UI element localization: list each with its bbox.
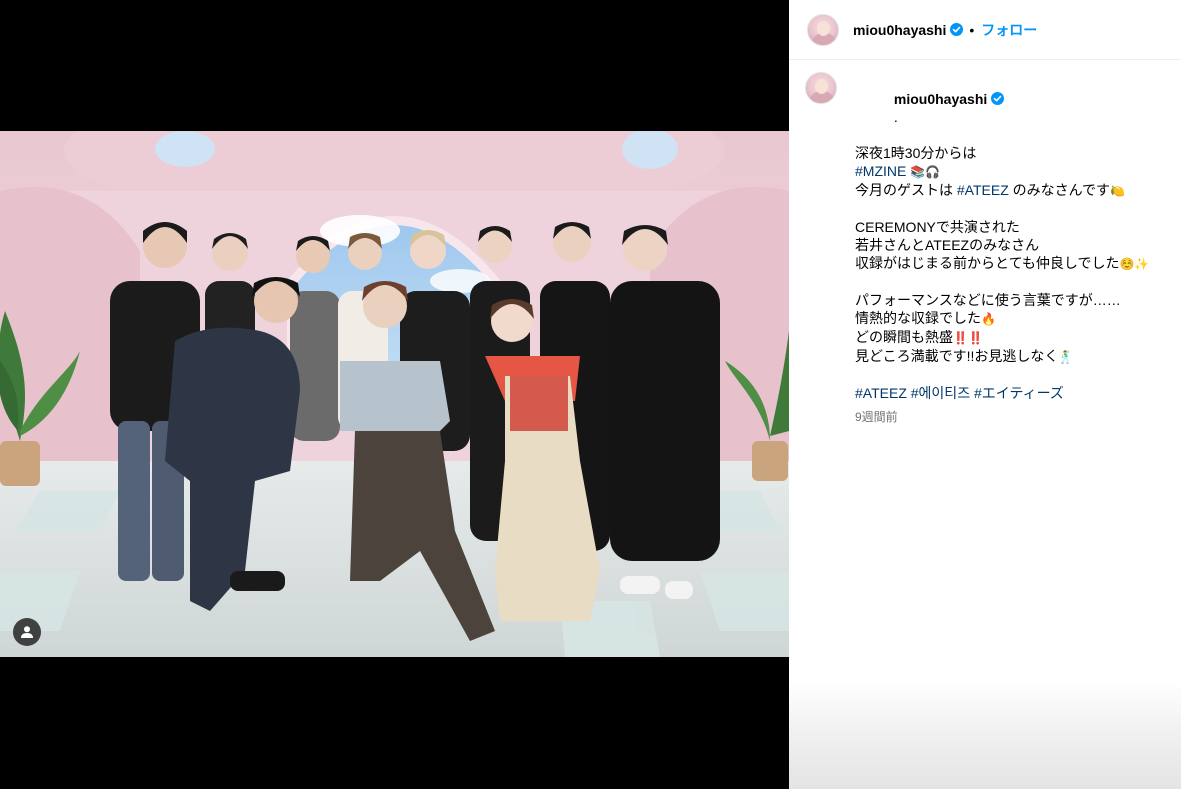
separator-dot: • bbox=[969, 21, 975, 38]
hashtag-link[interactable]: #ATEEZ bbox=[855, 385, 907, 401]
caption-text: どの瞬間も熱盛 bbox=[855, 329, 953, 345]
post-photo[interactable] bbox=[0, 131, 789, 657]
verified-badge-icon bbox=[950, 23, 964, 36]
caption-body: miou0hayashi . 深夜1時30分からは #MZINE 📚🎧 今月のゲ… bbox=[855, 72, 1149, 426]
bottom-fade bbox=[789, 683, 1181, 789]
caption-line: CEREMONYで共演された bbox=[855, 219, 1020, 235]
verified-badge-icon bbox=[991, 92, 1005, 105]
emoji-double-exclamation: ‼️‼️ bbox=[953, 331, 983, 345]
caption-text: 情熱的な収録でした bbox=[855, 310, 981, 326]
caption-username[interactable]: miou0hayashi bbox=[894, 91, 987, 107]
emoji-lemon: 🍋 bbox=[1109, 184, 1125, 198]
post-side-panel: miou0hayashi • フォロー miou0hayashi . 深夜1時3… bbox=[789, 0, 1181, 789]
follow-button[interactable]: フォロー bbox=[981, 20, 1037, 40]
caption-text: 収録がはじまる前からとても仲良しでした bbox=[855, 255, 1120, 271]
hashtag-link[interactable]: #에이티즈 bbox=[911, 385, 970, 401]
caption-line: パフォーマンスなどに使う言葉ですが…… bbox=[855, 292, 1121, 308]
hashtag-link[interactable]: #エイティーズ bbox=[974, 385, 1064, 401]
post-header: miou0hayashi • フォロー bbox=[789, 0, 1181, 60]
caption-text: のみなさんです bbox=[1008, 182, 1110, 198]
header-username[interactable]: miou0hayashi bbox=[853, 22, 946, 38]
hashtag-link[interactable]: #MZINE bbox=[855, 163, 906, 179]
caption: miou0hayashi . 深夜1時30分からは #MZINE 📚🎧 今月のゲ… bbox=[805, 72, 1165, 426]
hashtag-link[interactable]: #ATEEZ bbox=[957, 182, 1009, 198]
user-tag-icon bbox=[21, 626, 33, 638]
instagram-post-view: miou0hayashi • フォロー miou0hayashi . 深夜1時3… bbox=[0, 0, 1181, 789]
emoji-books-headphones: 📚🎧 bbox=[910, 165, 941, 179]
caption-text: 見どころ満載です!!お見逃しなく bbox=[855, 348, 1059, 364]
media-pane bbox=[0, 0, 789, 789]
emoji-smile-sparkles: ☺️✨ bbox=[1119, 257, 1150, 271]
post-timestamp[interactable]: 9週間前 bbox=[855, 408, 1149, 426]
hashtag-row: #ATEEZ #에이티즈 #エイティーズ bbox=[855, 384, 1149, 402]
caption-text: 今月のゲストは bbox=[855, 182, 957, 198]
caption-line: 若井さんとATEEZのみなさん bbox=[855, 237, 1040, 253]
caption-avatar[interactable] bbox=[805, 72, 837, 104]
caption-dot: . bbox=[893, 109, 898, 125]
caption-line: 深夜1時30分からは bbox=[855, 145, 977, 161]
user-tag-button[interactable] bbox=[13, 618, 41, 646]
photo-illustration bbox=[0, 131, 789, 657]
emoji-dancer: 🕺 bbox=[1058, 350, 1074, 364]
avatar[interactable] bbox=[807, 13, 839, 46]
emoji-fire: 🔥 bbox=[981, 312, 996, 326]
